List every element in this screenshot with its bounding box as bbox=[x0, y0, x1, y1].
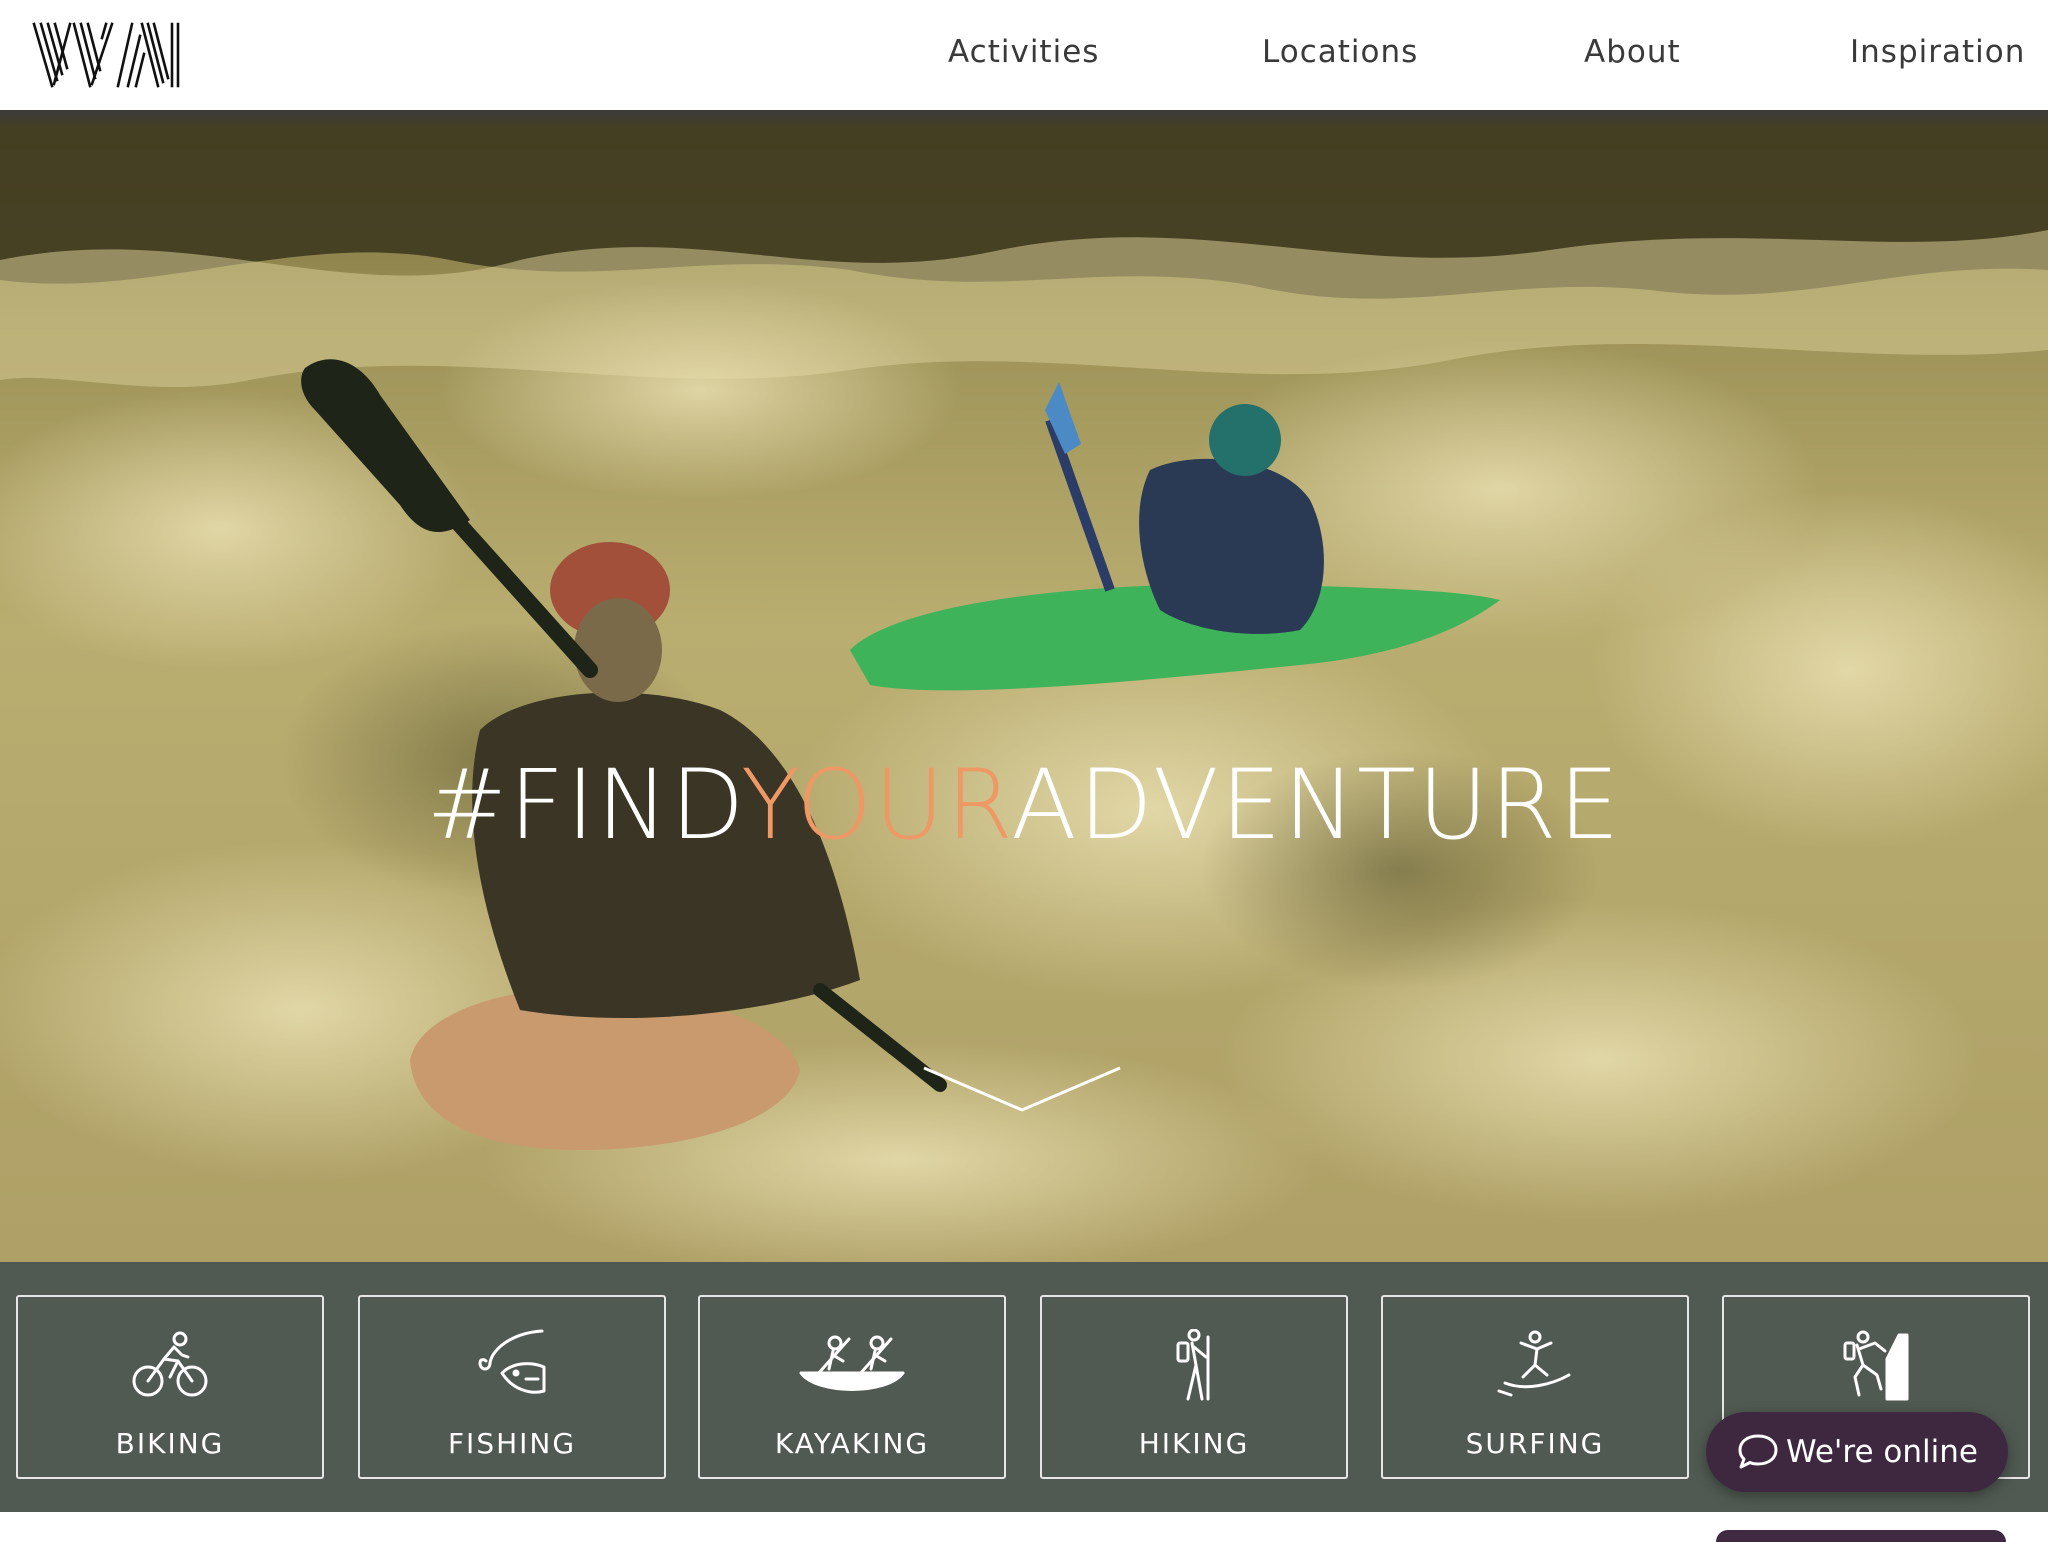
headline-suffix: ADVENTURE bbox=[1011, 749, 1622, 861]
nav-locations[interactable]: Locations bbox=[1262, 34, 1418, 70]
chat-bubble-icon bbox=[1738, 1434, 1778, 1469]
chat-label: We're online bbox=[1786, 1434, 1978, 1470]
nav-activities[interactable]: Activities bbox=[948, 34, 1099, 70]
site-header: Activities Locations About Inspiration bbox=[0, 0, 2048, 110]
activity-card-biking[interactable]: BIKING bbox=[16, 1295, 324, 1479]
hero-section: #FINDYOURADVENTURE bbox=[0, 110, 2048, 1262]
main-nav: Activities Locations About Inspiration bbox=[0, 0, 2048, 110]
nav-inspiration[interactable]: Inspiration bbox=[1850, 34, 2025, 70]
activity-label-surfing: SURFING bbox=[1465, 1427, 1605, 1460]
activity-label-kayaking: KAYAKING bbox=[774, 1427, 930, 1460]
activity-card-surfing[interactable]: SURFING bbox=[1381, 1295, 1689, 1479]
bottom-tab bbox=[1716, 1530, 2006, 1542]
activity-label-hiking: HIKING bbox=[1138, 1427, 1250, 1460]
headline-accent: YOUR bbox=[741, 749, 1012, 861]
header-shadow bbox=[0, 110, 2048, 128]
surfer-icon bbox=[1383, 1329, 1687, 1401]
bike-icon bbox=[18, 1329, 322, 1401]
activity-label-fishing: FISHING bbox=[447, 1427, 577, 1460]
activity-card-hiking[interactable]: HIKING bbox=[1040, 1295, 1348, 1479]
headline-prefix: #FIND bbox=[426, 749, 742, 861]
hero-headline: #FINDYOURADVENTURE bbox=[0, 750, 2048, 860]
kayak-icon bbox=[700, 1329, 1004, 1401]
hiker-icon bbox=[1042, 1329, 1346, 1401]
activity-card-kayaking[interactable]: KAYAKING bbox=[698, 1295, 1006, 1479]
nav-about[interactable]: About bbox=[1584, 34, 1681, 70]
climbing-icon bbox=[1724, 1329, 2028, 1401]
activity-label-biking: BIKING bbox=[115, 1427, 225, 1460]
chevron-down-icon[interactable] bbox=[922, 1060, 1122, 1120]
live-chat-button[interactable]: We're online bbox=[1706, 1412, 2008, 1492]
fishing-icon bbox=[360, 1329, 664, 1401]
activity-card-fishing[interactable]: FISHING bbox=[358, 1295, 666, 1479]
